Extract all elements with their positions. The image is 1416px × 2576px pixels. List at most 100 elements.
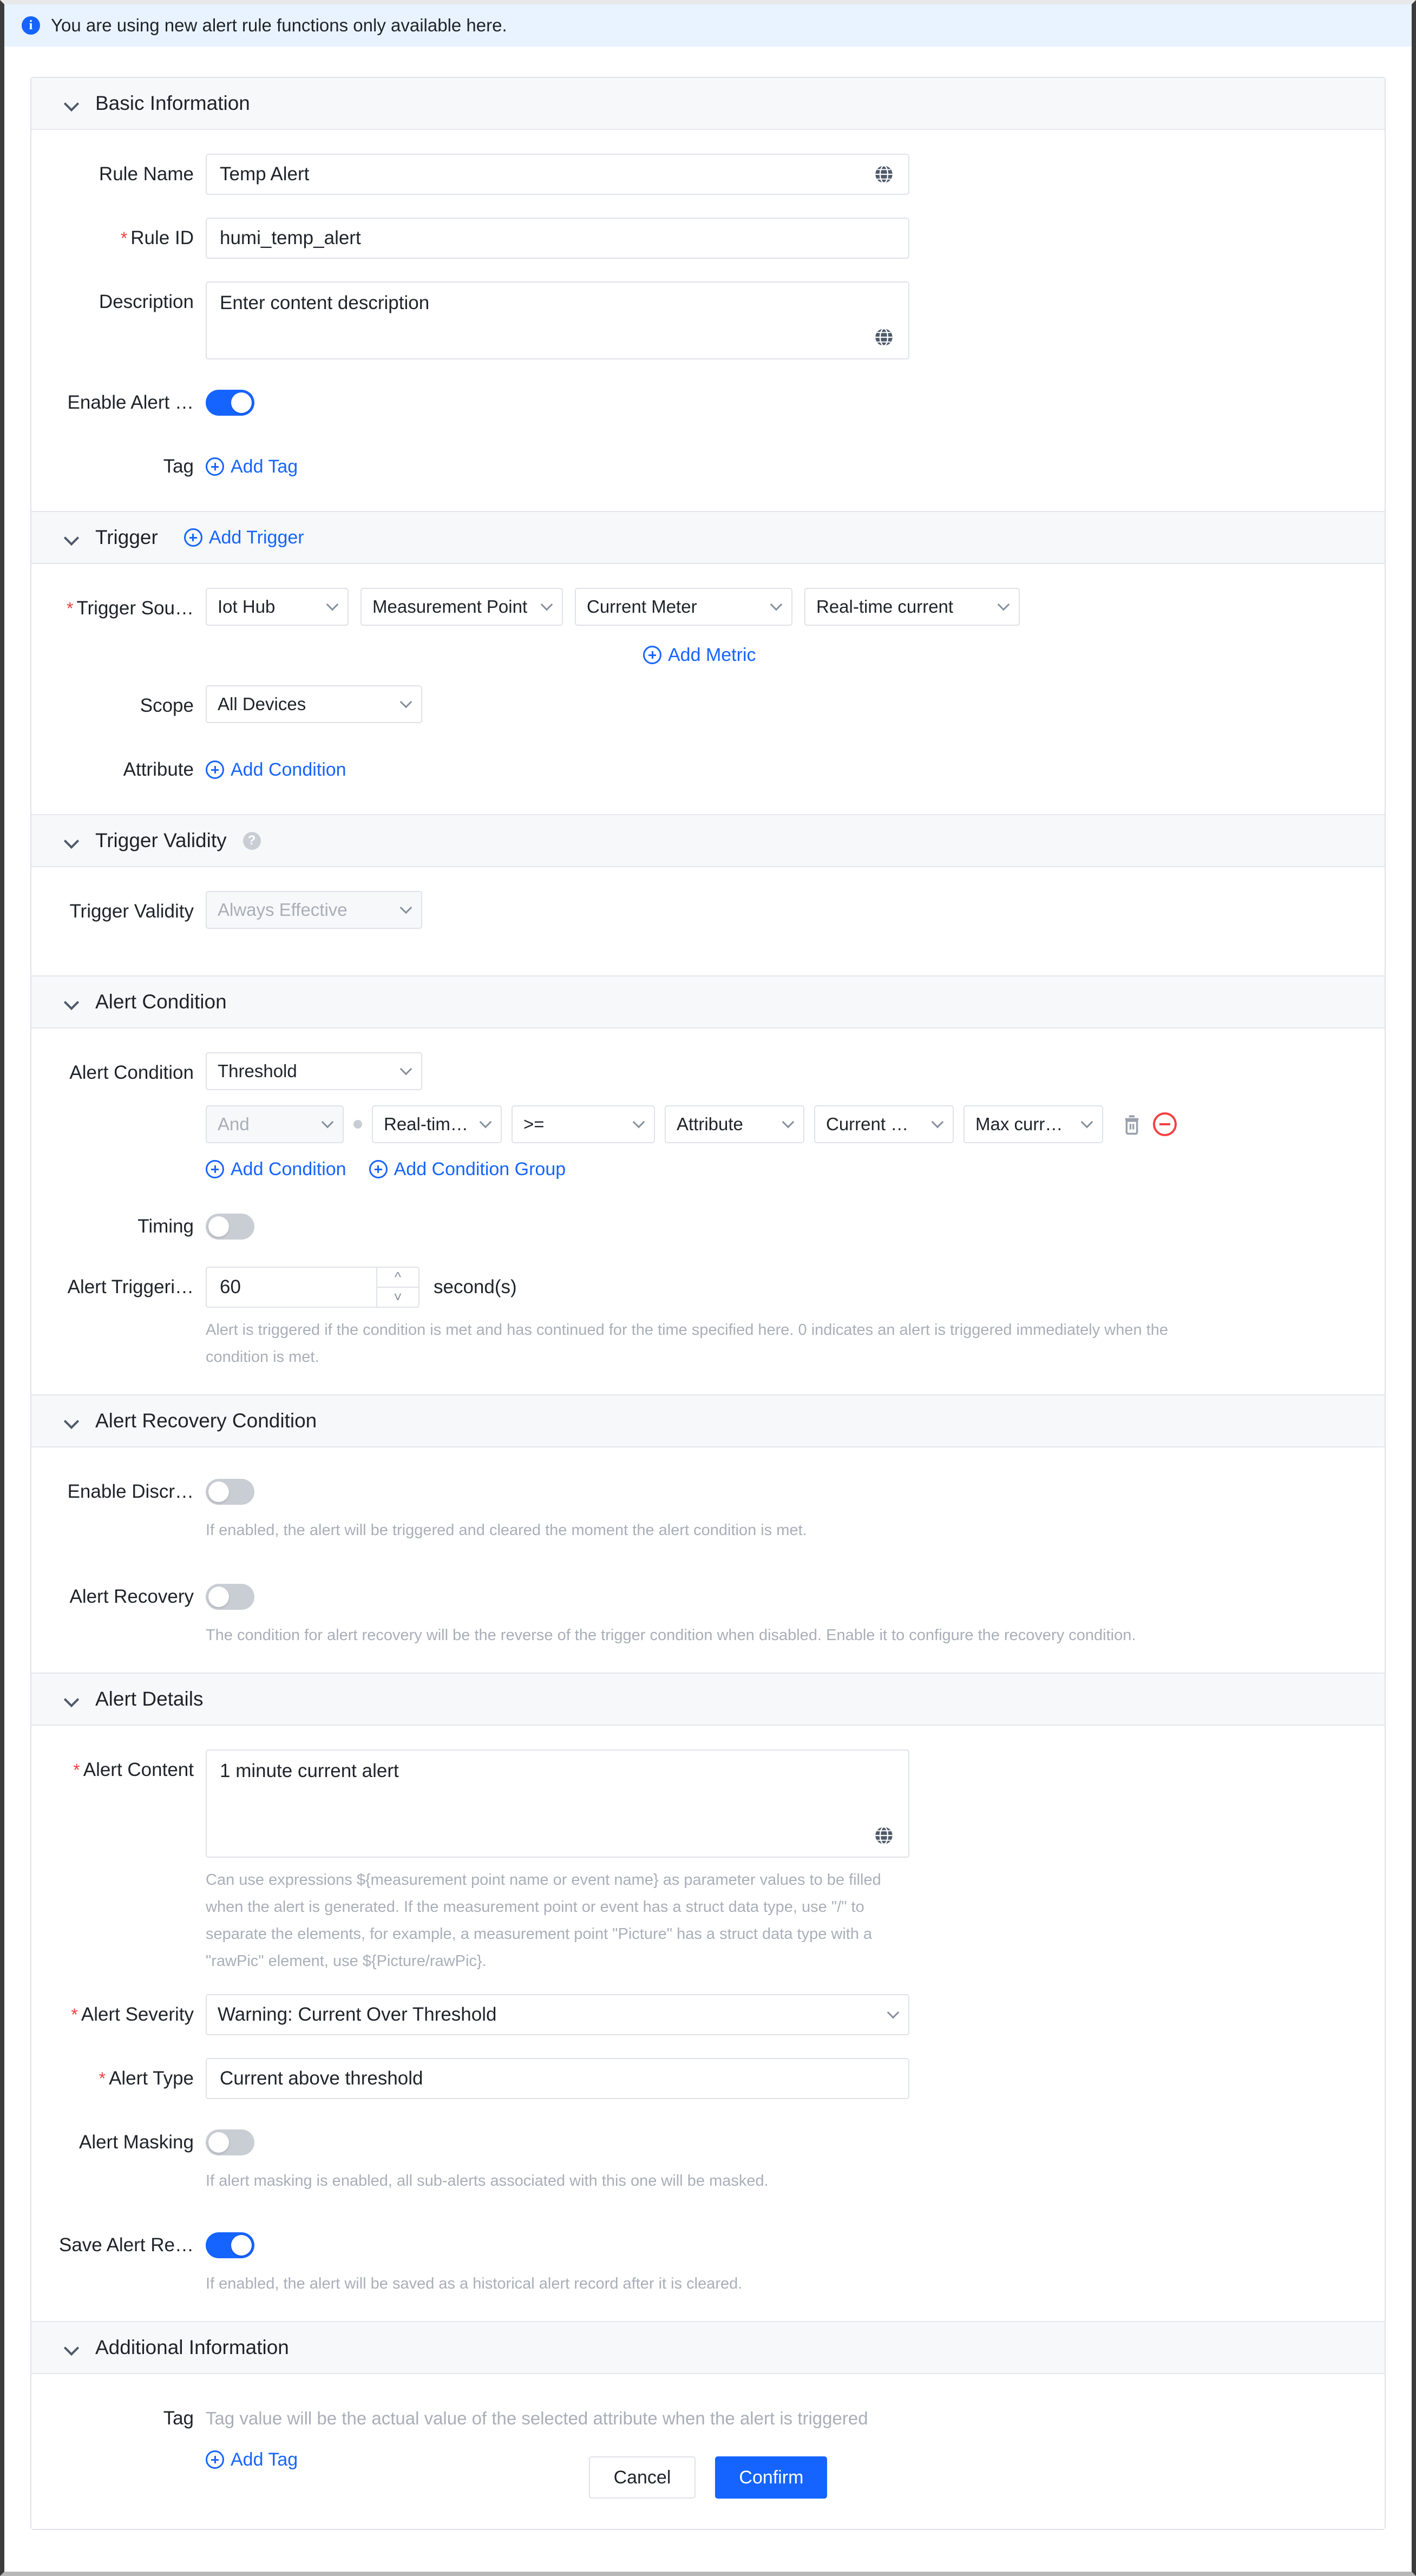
required-asterisk: * [71,2005,78,2024]
globe-icon[interactable] [873,1824,895,1847]
section-body-trigger: * Trigger Sou… Iot Hub Measurement Point … [31,564,1385,815]
section-header-additional-information[interactable]: Additional Information [31,2322,1385,2374]
trigger-validity-select[interactable]: Always Effective [206,891,422,929]
label-timing: Timing [137,1216,194,1237]
confirm-button[interactable]: Confirm [715,2456,828,2499]
minus-circle-icon[interactable] [1153,1112,1177,1136]
label-alert-severity: * Alert Severity [71,2004,194,2025]
timing-toggle[interactable] [206,1214,254,1240]
label-rule-name: Rule Name [99,163,194,185]
alert-recovery-toggle[interactable] [206,1584,254,1610]
trigger-source-select-2[interactable]: Current Meter [575,588,792,626]
label-attribute: Attribute [123,759,194,780]
trigger-source-value-2: Current Meter [587,597,697,617]
add-condition-group-link[interactable]: Add Condition Group [369,1149,566,1190]
section-body-alert-condition: Alert Condition Threshold And Real-time…… [31,1028,1385,1395]
field-row-trigger-source: * Trigger Sou… Iot Hub Measurement Point … [31,588,1385,629]
add-metric-link[interactable]: Add Metric [643,634,756,676]
additional-tag-placeholder: Tag value will be the actual value of th… [206,2408,868,2428]
required-asterisk: * [66,599,74,618]
chevron-down-icon [402,1065,411,1074]
field-row-alert-condition-type: Alert Condition Threshold [31,1052,1385,1093]
enable-discrete-toggle[interactable] [206,1479,254,1505]
section-header-alert-details[interactable]: Alert Details [31,1674,1385,1726]
add-trigger-link[interactable]: Add Trigger [183,527,304,548]
add-trigger-label: Add Trigger [208,527,304,548]
save-alert-record-hint: If enabled, the alert will be saved as a… [206,2275,743,2292]
label-alert-triggering: Alert Triggeri… [67,1276,194,1297]
add-tag-link[interactable]: Add Tag [206,446,298,487]
section-header-trigger[interactable]: Trigger Add Trigger [31,512,1385,564]
alert-triggering-value: 60 [220,1276,241,1297]
question-mark-icon[interactable]: ? [242,831,261,850]
section-header-trigger-validity[interactable]: Trigger Validity ? [31,815,1385,867]
condition-logic-select[interactable]: And [206,1105,344,1143]
add-condition-link[interactable]: Add Condition [206,1149,346,1190]
condition-metric-select[interactable]: Real-time… [372,1105,502,1143]
alert-masking-toggle[interactable] [206,2129,254,2155]
condition-value-value: Max curr… [975,1114,1063,1134]
chevron-down-icon [481,1118,491,1128]
condition-source-select[interactable]: Attribute [665,1105,804,1143]
trigger-source-select-0[interactable]: Iot Hub [206,588,349,626]
chevron-down-icon [65,530,79,545]
label-alert-condition: Alert Condition [69,1062,194,1083]
trigger-source-select-3[interactable]: Real-time current [804,588,1020,626]
field-row-attribute: Attribute Add Condition [31,749,1385,790]
alert-triggering-stepper[interactable]: ^ ˅ [376,1268,418,1307]
chevron-down-icon [1083,1118,1092,1128]
chevron-down-icon [784,1118,794,1128]
alert-severity-select[interactable]: Warning: Current Over Threshold [206,1994,909,2035]
section-body-additional-information: Tag Tag value will be the actual value o… [31,2374,1385,2529]
chevron-down-icon [65,1414,79,1428]
section-body-trigger-validity: Trigger Validity Always Effective [31,867,1385,976]
condition-metric-value: Real-time… [384,1114,478,1134]
label-alert-content: * Alert Content [73,1759,194,1780]
trash-icon[interactable] [1120,1113,1143,1136]
field-row-enable-alert: Enable Alert … [31,382,1385,423]
trigger-source-select-1[interactable]: Measurement Point [360,588,563,626]
globe-icon[interactable] [873,163,895,186]
alert-triggering-input[interactable]: 60 ^ ˅ [206,1267,419,1308]
globe-icon[interactable] [873,326,895,349]
description-textarea[interactable]: Enter content description [206,281,909,359]
section-header-alert-condition[interactable]: Alert Condition [31,976,1385,1028]
chevron-down-icon [933,1118,943,1128]
trigger-source-value-1: Measurement Point [372,597,528,617]
section-body-alert-details: * Alert Content 1 minute current alert Ca… [31,1726,1385,2322]
section-title: Additional Information [95,2336,289,2358]
info-banner: i You are using new alert rule functions… [4,4,1412,47]
rule-id-input[interactable]: humi_temp_alert [206,218,909,259]
chevron-down-icon [402,698,411,707]
label-additional-tag: Tag [163,2408,194,2429]
stepper-up-icon[interactable]: ^ [377,1268,418,1288]
condition-logic-value: And [218,1114,250,1134]
field-row-enable-discrete: Enable Discr… If enabled, the alert will… [31,1471,1385,1544]
section-title: Trigger [95,526,158,548]
condition-field-select[interactable]: Current … [814,1105,954,1143]
alert-type-input[interactable]: Current above threshold [206,2058,909,2099]
condition-operator-select[interactable]: >= [512,1105,655,1143]
condition-value-select[interactable]: Max curr… [963,1105,1103,1143]
section-header-basic-information[interactable]: Basic Information [31,78,1385,130]
alert-content-textarea[interactable]: 1 minute current alert [206,1749,909,1858]
section-body-alert-recovery-condition: Enable Discr… If enabled, the alert will… [31,1447,1385,1674]
save-alert-record-toggle[interactable] [206,2232,254,2258]
chevron-down-icon [65,96,79,110]
field-row-description: Description Enter content description [31,281,1385,359]
cancel-button[interactable]: Cancel [588,2456,696,2499]
scope-select[interactable]: All Devices [206,685,422,723]
stepper-down-icon[interactable]: ˅ [377,1288,418,1307]
alert-triggering-unit: second(s) [434,1276,517,1297]
add-condition-group-label: Add Condition Group [394,1159,566,1179]
add-condition-attribute-link[interactable]: Add Condition [206,749,346,790]
section-header-alert-recovery-condition[interactable]: Alert Recovery Condition [31,1395,1385,1447]
label-description: Description [99,291,194,312]
enable-alert-toggle[interactable] [206,390,254,416]
alert-condition-type-select[interactable]: Threshold [206,1052,422,1090]
label-rule-id: * Rule ID [120,227,194,248]
chevron-down-icon [634,1118,644,1128]
section-title: Alert Recovery Condition [95,1410,317,1432]
alert-condition-type-value: Threshold [218,1061,297,1081]
rule-name-input[interactable]: Temp Alert [206,154,909,195]
